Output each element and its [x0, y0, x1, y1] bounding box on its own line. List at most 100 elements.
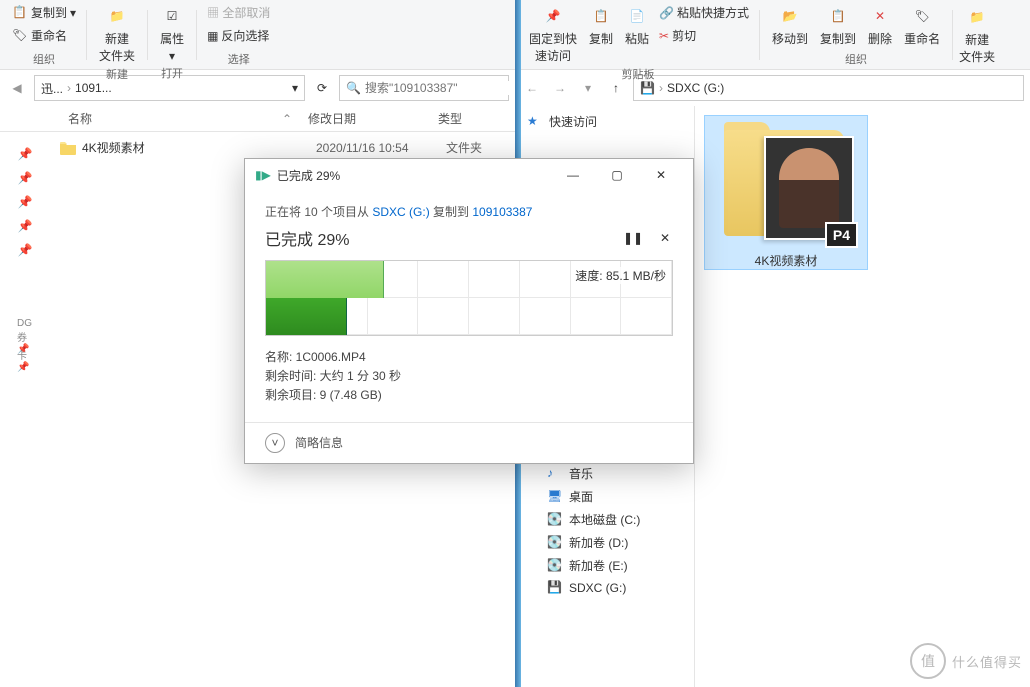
file-grid-right[interactable]: P4 4K视频素材: [695, 106, 1030, 687]
copy-to-button[interactable]: 📋复制到▾: [10, 2, 78, 23]
column-headers-left: 名称⌃ 修改日期 类型: [0, 106, 515, 132]
maximize-button[interactable]: ▢: [595, 160, 639, 190]
folder-date: 2020/11/16 10:54: [316, 141, 446, 155]
new-folder-button[interactable]: 📁新建 文件夹: [955, 3, 999, 67]
recent-dropdown[interactable]: ▾: [577, 77, 599, 99]
disk-icon: 💽: [547, 535, 563, 551]
cut-button[interactable]: ✂剪切: [657, 25, 751, 46]
time-remaining: 剩余时间: 大约 1 分 30 秒: [265, 367, 673, 386]
ribbon-left: 📋复制到▾ 🏷重命名 组织 📁 新建 文件夹 新建 ☑ 属性▾ 打开: [0, 0, 515, 70]
copy-description: 正在将 10 个项目从 SDXC (G:) 复制到 109103387: [265, 203, 673, 220]
folder-row[interactable]: 4K视频素材 2020/11/16 10:54 文件夹: [60, 136, 505, 159]
progress-bar-current: [266, 261, 384, 298]
mp4-badge: P4: [825, 222, 858, 248]
properties-icon: ☑: [160, 4, 184, 28]
paste-shortcut-button[interactable]: 🔗粘贴快捷方式: [657, 2, 751, 23]
pin-icon[interactable]: 📌: [17, 242, 33, 258]
minimize-button[interactable]: —: [551, 160, 595, 190]
close-button[interactable]: ✕: [639, 160, 683, 190]
current-file-name: 名称: 1C0006.MP4: [265, 348, 673, 367]
search-icon: 🔍: [346, 81, 361, 95]
pin-icon[interactable]: DG券📌: [17, 328, 33, 344]
copy-button[interactable]: 📋复制: [585, 2, 617, 49]
music-icon: ♪: [547, 466, 563, 482]
breadcrumb-seg-1[interactable]: 迅...: [41, 80, 63, 97]
col-date[interactable]: 修改日期: [300, 110, 430, 127]
pin-icon[interactable]: 📌: [17, 146, 33, 162]
ribbon-group-clipboard: 剪贴板: [622, 66, 655, 82]
forward-button[interactable]: →: [549, 77, 571, 99]
breadcrumb-seg-2[interactable]: 1091...: [75, 81, 112, 95]
pin-quick-access-button[interactable]: 📌固定到快 速访问: [525, 2, 581, 66]
refresh-button[interactable]: ⟳: [311, 77, 333, 99]
progress-chart: 速度: 85.1 MB/秒: [265, 260, 673, 336]
dialog-footer[interactable]: ˅ 简略信息: [245, 422, 693, 463]
rename-button[interactable]: 🏷重命名: [10, 25, 78, 46]
folder-name: 4K视频素材: [82, 139, 316, 156]
desktop-icon: 🖥: [547, 489, 563, 505]
disk-icon: 💽: [547, 512, 563, 528]
col-type[interactable]: 类型: [430, 110, 470, 127]
ribbon-group-select: 选择: [228, 51, 250, 67]
details-toggle-label: 简略信息: [295, 434, 343, 451]
dialog-titlebar[interactable]: ▮▶ 已完成 29% — ▢ ✕: [245, 159, 693, 191]
tree-volume-d[interactable]: 💽新加卷 (D:): [523, 531, 694, 554]
progress-status: 已完成 29%: [265, 226, 349, 250]
folder-type: 文件夹: [446, 139, 482, 156]
pin-icon[interactable]: 📌: [17, 194, 33, 210]
back-button[interactable]: ←: [521, 77, 543, 99]
search-input-left[interactable]: [365, 81, 520, 95]
pause-button[interactable]: ❚❚: [625, 230, 641, 246]
breadcrumb-right[interactable]: 💾 › SDXC (G:): [633, 75, 1024, 101]
items-remaining: 剩余项目: 9 (7.48 GB): [265, 386, 673, 405]
pin-icon[interactable]: 卡📌: [17, 352, 33, 368]
col-name[interactable]: 名称⌃: [60, 110, 300, 127]
tree-desktop[interactable]: 🖥桌面: [523, 485, 694, 508]
chevron-down-icon[interactable]: ˅: [265, 433, 285, 453]
pin-icon[interactable]: 📌: [17, 170, 33, 186]
sd-icon: 💾: [547, 580, 563, 596]
tree-music[interactable]: ♪音乐: [523, 462, 694, 485]
folder-icon: [60, 141, 76, 155]
progress-bar-overall: [266, 298, 347, 335]
tree-sdxc-g[interactable]: 💾SDXC (G:): [523, 577, 694, 599]
address-bar-left: ◀ 迅... › 1091... ▾ ⟳ 🔍: [0, 70, 515, 106]
watermark: 值 什么值得买: [910, 643, 1022, 679]
breadcrumb-drive[interactable]: SDXC (G:): [667, 81, 724, 95]
watermark-text: 什么值得买: [952, 652, 1022, 671]
tree-quick-access[interactable]: ★快速访问: [523, 110, 694, 133]
select-all-button[interactable]: ▦ 全部取消: [205, 2, 272, 23]
copy-dest-link[interactable]: 109103387: [472, 205, 532, 219]
pin-icon: 📌: [541, 4, 565, 28]
copy-icon: 📋: [589, 4, 613, 28]
tree-volume-e[interactable]: 💽新加卷 (E:): [523, 554, 694, 577]
copy-to-button[interactable]: 📋复制到: [816, 2, 860, 49]
copy-source-link[interactable]: SDXC (G:): [372, 205, 429, 219]
ribbon-group-new: 新建: [106, 66, 128, 82]
copy-icon: ▮▶: [255, 168, 271, 182]
pin-icon[interactable]: 📌: [17, 218, 33, 234]
nav-back-icon[interactable]: ◀: [6, 77, 28, 99]
folder-label: 4K视频素材: [755, 252, 818, 269]
ribbon-group-organize: 组织: [845, 51, 867, 67]
new-folder-button[interactable]: 📁 新建 文件夹: [95, 2, 139, 66]
copy-details: 名称: 1C0006.MP4 剩余时间: 大约 1 分 30 秒 剩余项目: 9…: [265, 348, 673, 406]
disk-icon: 💽: [547, 558, 563, 574]
breadcrumb-dropdown[interactable]: ▾: [292, 81, 298, 95]
rename-button[interactable]: 🏷重命名: [900, 2, 944, 49]
search-box-left[interactable]: 🔍: [339, 75, 509, 101]
tree-local-disk-c[interactable]: 💽本地磁盘 (C:): [523, 508, 694, 531]
paste-icon: 📄: [625, 4, 649, 28]
delete-button[interactable]: ✕删除: [864, 2, 896, 49]
ribbon-group-open: 打开: [161, 65, 183, 81]
folder-item[interactable]: P4 4K视频素材: [705, 116, 867, 269]
move-to-button[interactable]: 📂移动到: [768, 2, 812, 49]
properties-button[interactable]: ☑ 属性▾: [156, 2, 188, 65]
invert-selection-button[interactable]: ▦反向选择: [205, 25, 272, 46]
copy-progress-dialog: ▮▶ 已完成 29% — ▢ ✕ 正在将 10 个项目从 SDXC (G:) 复…: [244, 158, 694, 464]
ribbon-group-organize: 组织: [33, 51, 55, 67]
paste-button[interactable]: 📄粘贴: [621, 2, 653, 49]
cancel-button[interactable]: ✕: [657, 230, 673, 246]
chevron-right-icon: ›: [67, 81, 71, 95]
star-icon: ★: [527, 114, 543, 130]
